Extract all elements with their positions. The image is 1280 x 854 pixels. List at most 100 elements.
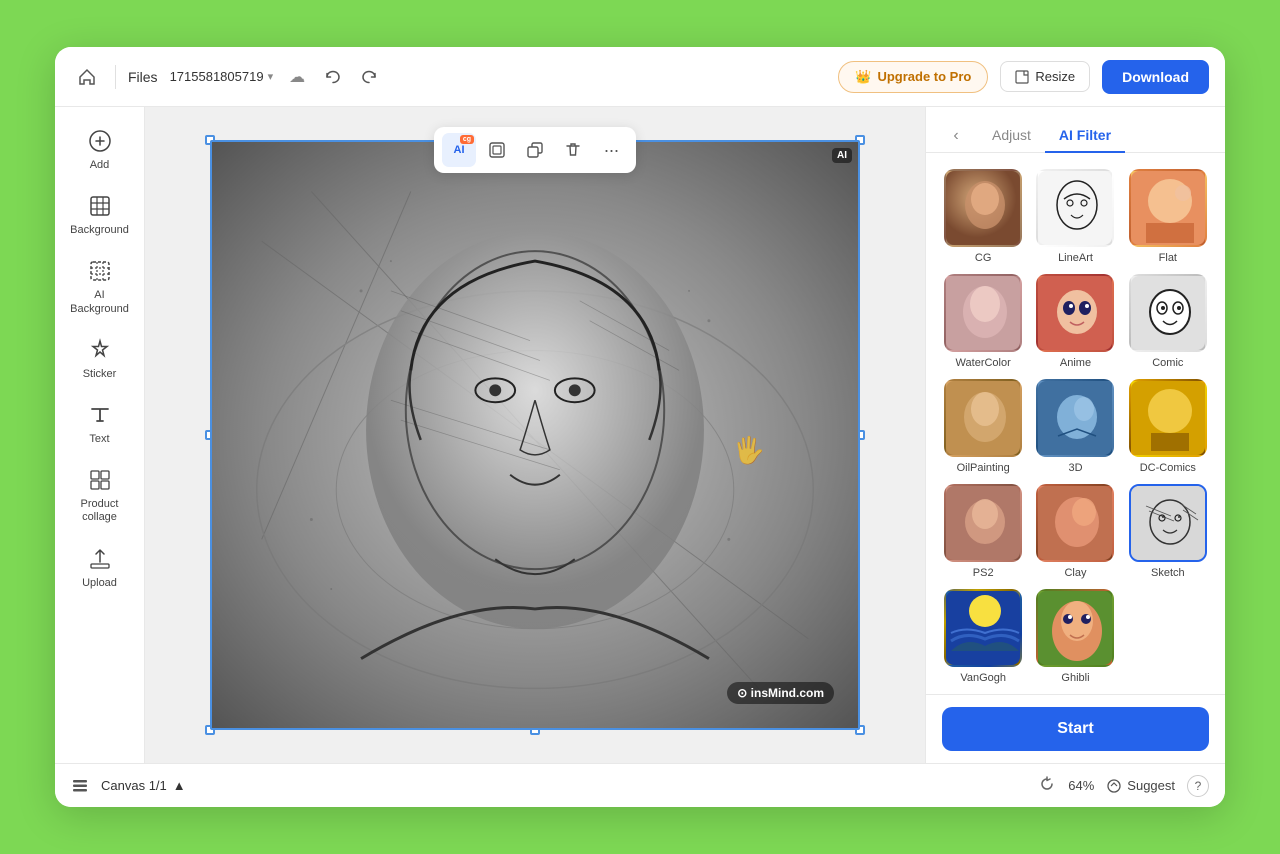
sidebar-item-product-collage[interactable]: Productcollage [61,458,139,532]
filter-item-clay[interactable]: Clay [1034,484,1116,579]
filter-item-flat[interactable]: Flat [1127,169,1209,264]
new-badge: cg [460,135,474,144]
filter-label-3d: 3D [1068,462,1082,474]
filter-label-sketch: Sketch [1151,567,1185,579]
filter-item-vangogh[interactable]: VanGogh [942,589,1024,684]
filter-item-3d[interactable]: 3D [1034,379,1116,474]
sidebar-item-sticker[interactable]: Sticker [61,328,139,389]
filter-thumb-cg[interactable] [944,169,1022,247]
filter-thumb-dccomics[interactable] [1129,379,1207,457]
panel-footer: Start [926,694,1225,763]
filter-label-ghibli: Ghibli [1061,672,1089,684]
filter-thumb-vangogh[interactable] [944,589,1022,667]
add-icon [86,127,114,155]
filter-thumb-lineart[interactable] [1036,169,1114,247]
crown-icon: 👑 [855,69,871,85]
filter-item-ps2[interactable]: PS2 [942,484,1024,579]
upgrade-label: Upgrade to Pro [877,69,971,84]
sidebar-background-label: Background [70,224,129,237]
filter-thumb-flat[interactable] [1129,169,1207,247]
canvas-frame-button[interactable] [480,133,514,167]
filter-thumb-oilpainting[interactable] [944,379,1022,457]
canvas-delete-button[interactable] [556,133,590,167]
resize-label: Resize [1035,69,1075,84]
text-icon [86,401,114,429]
layers-button[interactable] [71,777,89,795]
ai-image-badge: AI [832,148,852,163]
tab-adjust[interactable]: Adjust [978,119,1045,153]
bottom-bar: Canvas 1/1 ▲ 64% Suggest ? [55,763,1225,807]
filter-item-anime[interactable]: Anime [1034,274,1116,369]
canvas-more-button[interactable]: ··· [594,133,628,167]
ai-background-icon [86,257,114,285]
canvas-toolbar: AI cg [434,127,636,173]
sidebar-item-text[interactable]: Text [61,393,139,454]
redo-button[interactable] [353,61,385,93]
cursor-indicator: 🖐 [733,435,765,466]
start-button[interactable]: Start [942,707,1209,751]
sidebar-text-label: Text [89,433,109,446]
filter-label-oilpainting: OilPainting [957,462,1010,474]
tab-ai-filter[interactable]: AI Filter [1045,119,1125,153]
filter-grid: CG LineA [942,169,1209,684]
cloud-save-icon[interactable]: ☁ [289,67,305,87]
canvas-ai-button[interactable]: AI cg [442,133,476,167]
sidebar-item-ai-background[interactable]: AIBackground [61,249,139,323]
watermark: ⊙ insMind.com [727,682,834,704]
filter-thumb-3d[interactable] [1036,379,1114,457]
filename-selector[interactable]: 1715581805719 ▾ [170,69,274,84]
sidebar-item-add[interactable]: Add [61,119,139,180]
filter-item-watercolor[interactable]: WaterColor [942,274,1024,369]
sidebar-item-background[interactable]: Background [61,184,139,245]
resize-button[interactable]: Resize [1000,61,1090,92]
sidebar-item-upload[interactable]: Upload [61,537,139,598]
product-collage-icon [86,466,114,494]
filter-item-ghibli[interactable]: Ghibli [1034,589,1116,684]
canvas-info-label: Canvas 1/1 [101,778,167,793]
filter-thumb-sketch[interactable] [1129,484,1207,562]
filter-item-comic[interactable]: Comic [1127,274,1209,369]
canvas-info[interactable]: Canvas 1/1 ▲ [101,778,186,793]
filter-thumb-watercolor[interactable] [944,274,1022,352]
canvas-chevron-up-icon: ▲ [173,778,186,793]
filter-label-lineart: LineArt [1058,252,1093,264]
filter-label-watercolor: WaterColor [956,357,1011,369]
filter-label-ps2: PS2 [973,567,994,579]
panel-back-button[interactable]: ‹ [942,122,970,150]
filter-item-dccomics[interactable]: DC-Comics [1127,379,1209,474]
refresh-button[interactable] [1038,775,1056,797]
sidebar-sticker-label: Sticker [83,368,117,381]
filter-label-flat: Flat [1159,252,1177,264]
filter-label-vangogh: VanGogh [960,672,1006,684]
filter-thumb-anime[interactable] [1036,274,1114,352]
filter-thumb-comic[interactable] [1129,274,1207,352]
filter-thumb-ghibli[interactable] [1036,589,1114,667]
filter-thumb-ps2[interactable] [944,484,1022,562]
download-button[interactable]: Download [1102,60,1209,94]
filter-label-comic: Comic [1152,357,1183,369]
sidebar-upload-label: Upload [82,577,117,590]
filename-chevron-icon: ▾ [268,70,274,83]
upload-icon [86,545,114,573]
filter-label-cg: CG [975,252,992,264]
filter-thumb-clay[interactable] [1036,484,1114,562]
home-button[interactable] [71,61,103,93]
left-sidebar: Add Background [55,107,145,763]
filter-item-lineart[interactable]: LineArt [1034,169,1116,264]
files-button[interactable]: Files [128,69,158,85]
filter-item-sketch[interactable]: Sketch [1127,484,1209,579]
canvas-copy-button[interactable] [518,133,552,167]
filter-item-cg[interactable]: CG [942,169,1024,264]
upgrade-button[interactable]: 👑 Upgrade to Pro [838,61,988,93]
sidebar-ai-background-label: AIBackground [70,289,129,315]
sidebar-product-collage-label: Productcollage [81,498,119,524]
undo-button[interactable] [317,61,349,93]
sidebar-add-label: Add [90,159,110,172]
sticker-icon [86,336,114,364]
canvas-area: AI cg [145,107,925,763]
panel-tabs: ‹ Adjust AI Filter [926,107,1225,153]
suggest-label: Suggest [1127,778,1175,793]
filter-item-oilpainting[interactable]: OilPainting [942,379,1024,474]
help-button[interactable]: ? [1187,775,1209,797]
suggest-button[interactable]: Suggest [1106,778,1175,794]
